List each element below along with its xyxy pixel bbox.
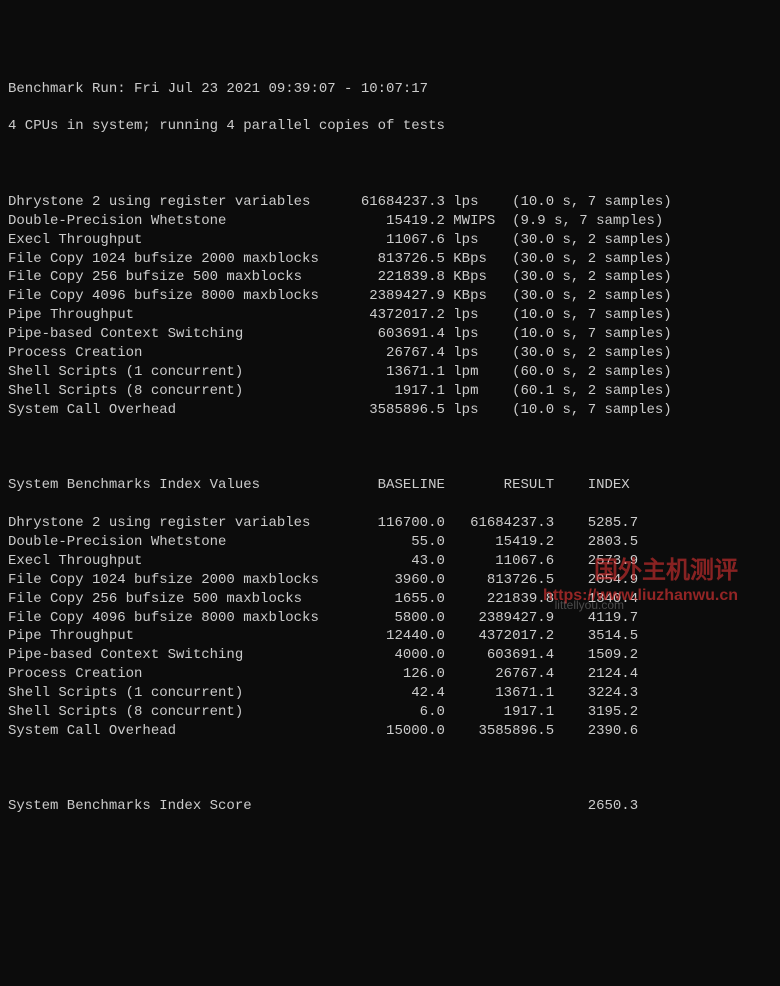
index-row: Execl Throughput 43.0 11067.6 2573.9 — [8, 552, 776, 571]
cpu-info-line: 4 CPUs in system; running 4 parallel cop… — [8, 117, 776, 136]
result-row: Pipe Throughput 4372017.2 lps (10.0 s, 7… — [8, 306, 776, 325]
index-row: Double-Precision Whetstone 55.0 15419.2 … — [8, 533, 776, 552]
index-row: Shell Scripts (1 concurrent) 42.4 13671.… — [8, 684, 776, 703]
index-row: Dhrystone 2 using register variables 116… — [8, 514, 776, 533]
index-row: File Copy 1024 bufsize 2000 maxblocks 39… — [8, 571, 776, 590]
index-row: Shell Scripts (8 concurrent) 6.0 1917.1 … — [8, 703, 776, 722]
result-row: Dhrystone 2 using register variables 616… — [8, 193, 776, 212]
index-row: Pipe Throughput 12440.0 4372017.2 3514.5 — [8, 627, 776, 646]
score-line: System Benchmarks Index Score 2650.3 — [8, 797, 776, 816]
result-row: Shell Scripts (1 concurrent) 13671.1 lpm… — [8, 363, 776, 382]
result-row: Execl Throughput 11067.6 lps (30.0 s, 2 … — [8, 231, 776, 250]
result-row: Process Creation 26767.4 lps (30.0 s, 2 … — [8, 344, 776, 363]
index-row: Process Creation 126.0 26767.4 2124.4 — [8, 665, 776, 684]
result-row: File Copy 1024 bufsize 2000 maxblocks 81… — [8, 250, 776, 269]
result-row: Pipe-based Context Switching 603691.4 lp… — [8, 325, 776, 344]
result-row: File Copy 4096 bufsize 8000 maxblocks 23… — [8, 287, 776, 306]
result-row: Shell Scripts (8 concurrent) 1917.1 lpm … — [8, 382, 776, 401]
index-row: Pipe-based Context Switching 4000.0 6036… — [8, 646, 776, 665]
index-row: File Copy 256 bufsize 500 maxblocks 1655… — [8, 590, 776, 609]
index-block: Dhrystone 2 using register variables 116… — [8, 514, 776, 741]
result-row: System Call Overhead 3585896.5 lps (10.0… — [8, 401, 776, 420]
result-row: File Copy 256 bufsize 500 maxblocks 2218… — [8, 268, 776, 287]
results-block: Dhrystone 2 using register variables 616… — [8, 193, 776, 420]
index-header: System Benchmarks Index Values BASELINE … — [8, 476, 776, 495]
blank-line — [8, 760, 776, 779]
benchmark-run-line: Benchmark Run: Fri Jul 23 2021 09:39:07 … — [8, 80, 776, 99]
blank-line — [8, 155, 776, 174]
index-row: File Copy 4096 bufsize 8000 maxblocks 58… — [8, 609, 776, 628]
result-row: Double-Precision Whetstone 15419.2 MWIPS… — [8, 212, 776, 231]
index-row: System Call Overhead 15000.0 3585896.5 2… — [8, 722, 776, 741]
blank-line — [8, 438, 776, 457]
